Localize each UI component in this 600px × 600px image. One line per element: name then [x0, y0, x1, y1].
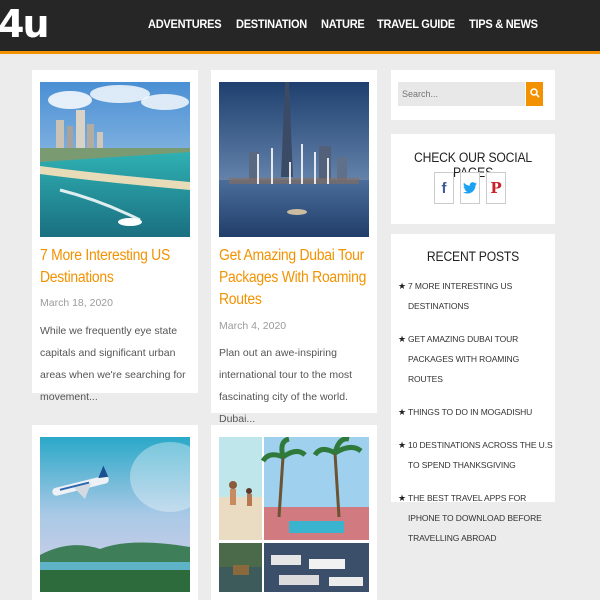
search-icon	[529, 85, 540, 103]
main-nav: ADVENTURES DESTINATION NATURE TRAVEL GUI…	[148, 17, 544, 31]
recent-post-item[interactable]: ★ GET AMAZING DUBAI TOUR PACKAGES WITH RO…	[398, 329, 553, 389]
recent-post-item[interactable]: ★ 7 MORE INTERESTING US DESTINATIONS	[398, 276, 553, 316]
nav-travel-guide[interactable]: TRAVEL GUIDE	[377, 17, 455, 31]
star-icon: ★	[398, 440, 406, 450]
star-icon: ★	[398, 493, 406, 503]
pinterest-icon[interactable]: P	[486, 172, 506, 204]
search-widget	[391, 70, 555, 120]
nav-destination[interactable]: DESTINATION	[236, 17, 307, 31]
post-thumbnail[interactable]	[219, 437, 369, 592]
post-card	[211, 425, 377, 600]
recent-posts-title: RECENT POSTS	[426, 249, 520, 264]
facebook-icon[interactable]: f	[434, 172, 454, 204]
twitter-icon[interactable]	[460, 172, 480, 204]
recent-post-item[interactable]: ★ THINGS TO DO IN MOGADISHU	[398, 402, 553, 422]
nav-adventures[interactable]: ADVENTURES	[148, 17, 222, 31]
search-input[interactable]	[398, 82, 525, 106]
nav-tips-news[interactable]: TIPS & NEWS	[469, 17, 538, 31]
post-card: 7 More Interesting US Destinations March…	[32, 70, 198, 403]
social-widget: CHECK OUR SOCIAL PAGES f P	[391, 134, 555, 224]
search-button[interactable]	[526, 82, 543, 106]
post-title[interactable]: Get Amazing Dubai Tour Packages With Roa…	[219, 245, 368, 311]
recent-post-item[interactable]: ★ THE BEST TRAVEL APPS FOR IPHONE TO DOWN…	[398, 488, 553, 548]
post-title[interactable]: 7 More Interesting US Destinations	[40, 245, 189, 289]
nav-nature[interactable]: NATURE	[321, 17, 365, 31]
post-thumbnail[interactable]	[40, 437, 190, 592]
recent-post-item[interactable]: ★ 10 DESTINATIONS ACROSS THE U.S TO SPEND…	[398, 435, 553, 475]
post-thumbnail[interactable]	[40, 82, 190, 237]
site-logo[interactable]: 4u	[0, 4, 49, 44]
post-card	[32, 425, 198, 600]
post-card: Get Amazing Dubai Tour Packages With Roa…	[211, 70, 377, 425]
post-date: March 18, 2020	[40, 297, 113, 309]
post-excerpt: Plan out an awe-inspiring international …	[219, 347, 353, 425]
post-thumbnail[interactable]	[219, 82, 369, 237]
star-icon: ★	[398, 281, 406, 291]
recent-posts-widget: RECENT POSTS ★ 7 MORE INTERESTING US DEST…	[391, 234, 555, 543]
post-date: March 4, 2020	[219, 320, 287, 332]
site-header: 4u ADVENTURES DESTINATION NATURE TRAVEL …	[0, 0, 600, 54]
post-excerpt: While we frequently eye state capitals a…	[40, 325, 186, 403]
star-icon: ★	[398, 407, 406, 417]
star-icon: ★	[398, 334, 406, 344]
